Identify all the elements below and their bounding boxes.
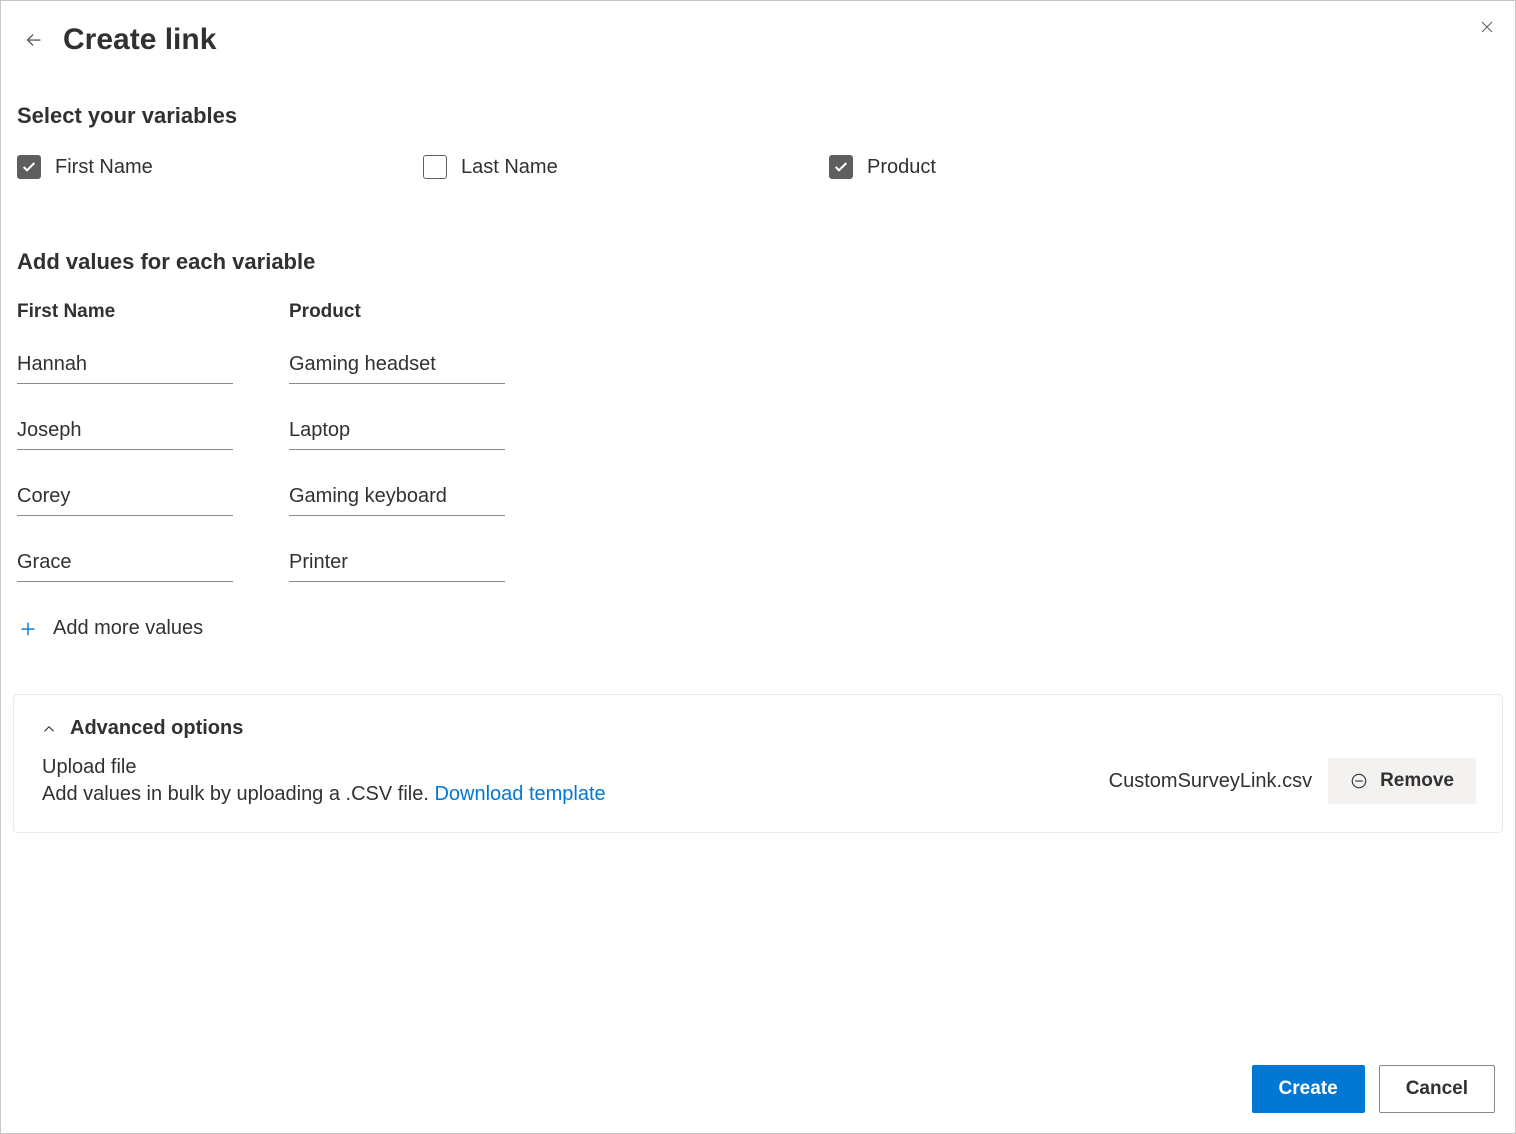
table-row <box>17 419 1499 450</box>
upload-file-description: Add values in bulk by uploading a .CSV f… <box>42 783 1109 806</box>
page-title: Create link <box>63 23 1499 57</box>
download-template-link[interactable]: Download template <box>434 783 605 805</box>
add-values-heading: Add values for each variable <box>17 249 1499 275</box>
chevron-up-icon <box>40 720 58 738</box>
variable-first-name[interactable]: First Name <box>17 155 423 179</box>
variable-label: Last Name <box>461 156 558 179</box>
values-table: First Name Product Add more values <box>17 301 1499 640</box>
plus-icon <box>17 618 39 640</box>
advanced-options-title: Advanced options <box>70 717 243 740</box>
first-name-input[interactable] <box>17 353 233 384</box>
advanced-options-toggle[interactable]: Advanced options <box>40 717 1476 740</box>
back-button[interactable] <box>17 23 51 57</box>
column-header-first-name: First Name <box>17 301 233 323</box>
add-more-label: Add more values <box>53 617 203 640</box>
close-icon <box>1477 17 1497 37</box>
checkbox-last-name[interactable] <box>423 155 447 179</box>
variable-product[interactable]: Product <box>829 155 1235 179</box>
checkmark-icon <box>21 159 37 175</box>
first-name-input[interactable] <box>17 419 233 450</box>
uploaded-file-name: CustomSurveyLink.csv <box>1109 770 1312 793</box>
table-row <box>17 551 1499 582</box>
product-input[interactable] <box>289 551 505 582</box>
cancel-button[interactable]: Cancel <box>1379 1065 1495 1113</box>
table-header-row: First Name Product <box>17 301 1499 323</box>
checkmark-icon <box>833 159 849 175</box>
close-button[interactable] <box>1473 13 1501 41</box>
upload-desc-text: Add values in bulk by uploading a .CSV f… <box>42 783 434 805</box>
first-name-input[interactable] <box>17 485 233 516</box>
advanced-options-panel: Advanced options Upload file Add values … <box>13 694 1503 833</box>
table-row <box>17 485 1499 516</box>
variable-label: Product <box>867 156 936 179</box>
first-name-input[interactable] <box>17 551 233 582</box>
column-header-product: Product <box>289 301 505 323</box>
checkbox-product[interactable] <box>829 155 853 179</box>
table-row <box>17 353 1499 384</box>
add-more-values-button[interactable]: Add more values <box>17 617 1499 640</box>
arrow-left-icon <box>23 29 45 51</box>
product-input[interactable] <box>289 419 505 450</box>
select-variables-heading: Select your variables <box>17 103 1499 129</box>
variable-label: First Name <box>55 156 153 179</box>
remove-icon <box>1350 772 1368 790</box>
upload-file-label: Upload file <box>42 756 1109 779</box>
create-button[interactable]: Create <box>1252 1065 1365 1113</box>
remove-label: Remove <box>1380 770 1454 792</box>
footer-actions: Create Cancel <box>1252 1065 1495 1113</box>
remove-file-button[interactable]: Remove <box>1328 758 1476 804</box>
checkbox-first-name[interactable] <box>17 155 41 179</box>
variable-last-name[interactable]: Last Name <box>423 155 829 179</box>
product-input[interactable] <box>289 353 505 384</box>
product-input[interactable] <box>289 485 505 516</box>
variables-row: First Name Last Name Product <box>17 155 1499 179</box>
